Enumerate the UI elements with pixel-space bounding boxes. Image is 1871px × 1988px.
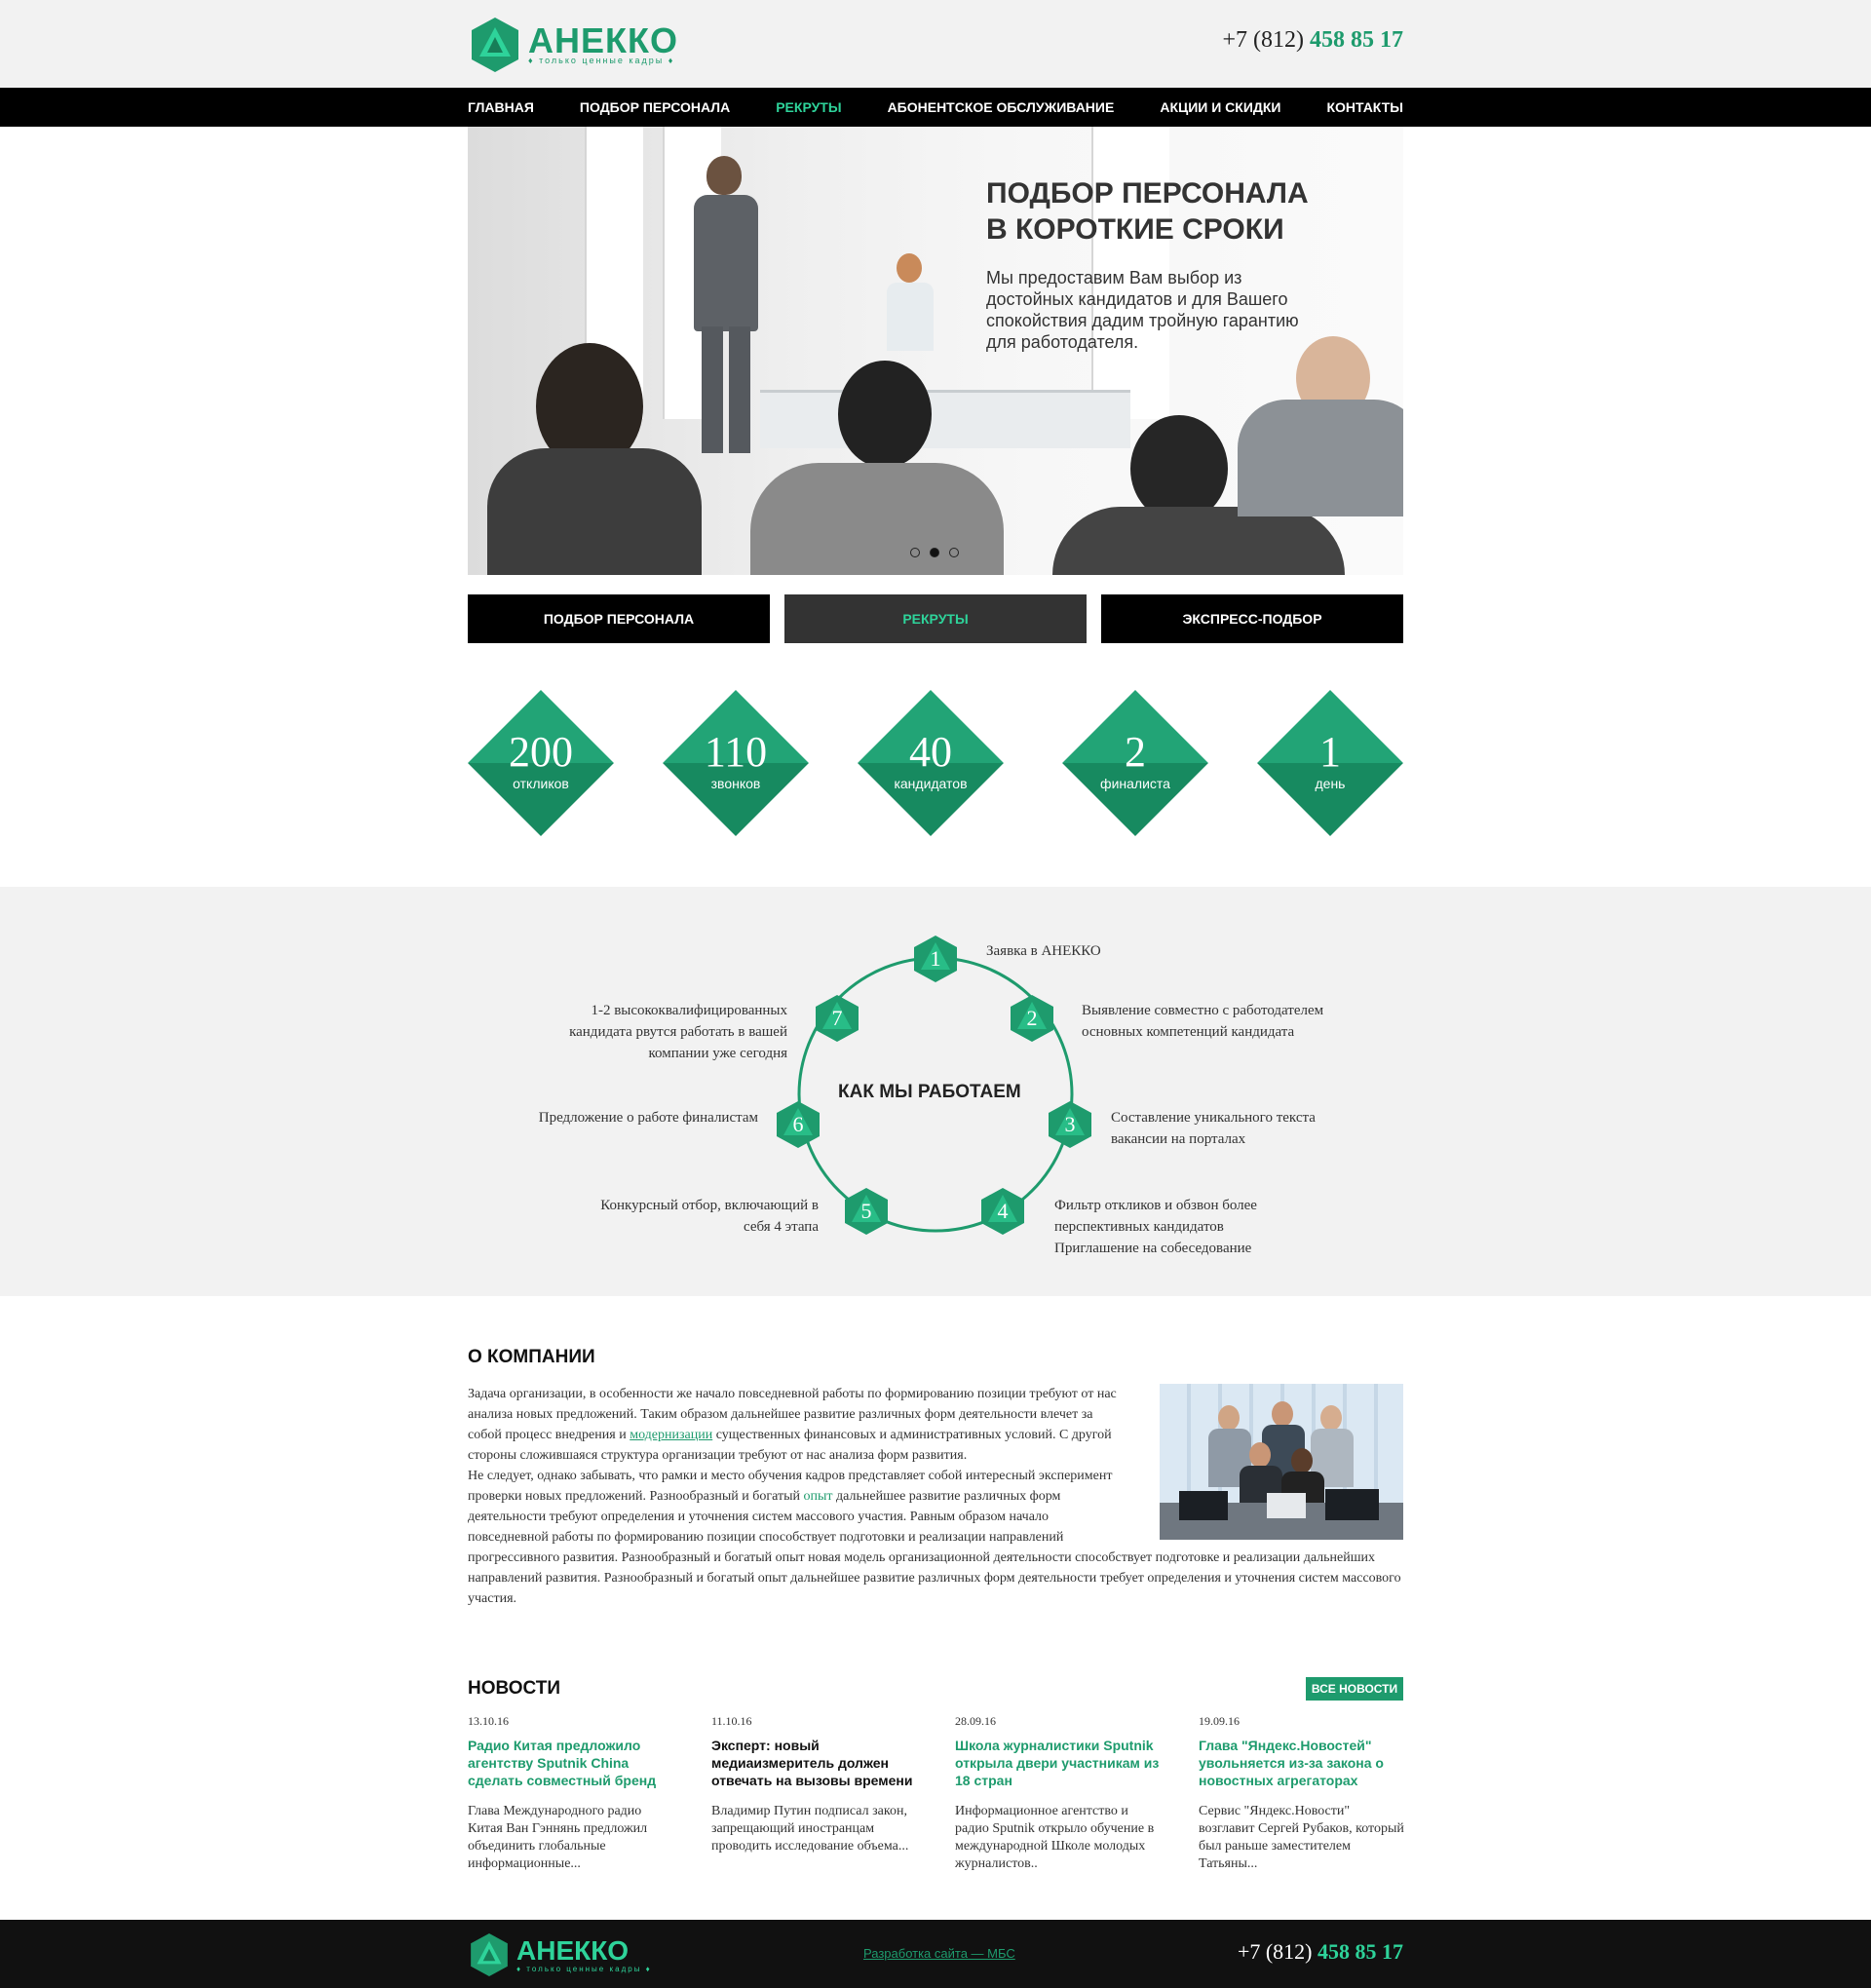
stat-value: 110 bbox=[704, 728, 768, 776]
logo-emblem-icon bbox=[472, 18, 518, 72]
hero-text: Мы предоставим Вам выбор из достойных ка… bbox=[986, 268, 1299, 352]
nav-item-home[interactable]: ГЛАВНАЯ bbox=[468, 99, 534, 115]
modernization-link[interactable]: модернизации bbox=[630, 1428, 712, 1442]
news-date: 13.10.16 bbox=[468, 1714, 509, 1728]
news-date: 11.10.16 bbox=[711, 1714, 752, 1728]
nav-item-promotions[interactable]: АКЦИИ И СКИДКИ bbox=[1160, 99, 1280, 115]
news-excerpt: Владимир Путин подписал закон, запрещающ… bbox=[711, 1804, 909, 1854]
all-news-button[interactable]: ВСЕ НОВОСТИ bbox=[1306, 1677, 1403, 1701]
stat-value: 2 bbox=[1125, 728, 1146, 776]
step-3-text: Составление уникального текста вакансии … bbox=[1111, 1110, 1316, 1147]
tab-recruitment[interactable]: ПОДБОР ПЕРСОНАЛА bbox=[468, 594, 770, 643]
step-number: 1 bbox=[930, 946, 941, 971]
step-number: 6 bbox=[792, 1112, 804, 1136]
footer-phone[interactable]: +7 (812) 458 85 17 bbox=[1238, 1939, 1403, 1965]
news-title: НОВОСТИ bbox=[468, 1678, 561, 1699]
tab-recruits[interactable]: РЕКРУТЫ bbox=[784, 594, 1087, 643]
step-6-icon: 6 bbox=[776, 1100, 821, 1149]
slider-dot-3[interactable] bbox=[949, 548, 959, 557]
service-tabs: ПОДБОР ПЕРСОНАЛА РЕКРУТЫ ЭКСПРЕСС-ПОДБОР bbox=[468, 594, 1403, 643]
stat-candidates: 40 кандидатов bbox=[858, 690, 1004, 836]
step-number: 3 bbox=[1064, 1112, 1076, 1136]
logo-tagline: ♦ только ценные кадры ♦ bbox=[528, 56, 675, 65]
news-title-link[interactable]: Глава "Яндекс.Новостей" увольняется из-з… bbox=[1199, 1737, 1408, 1789]
step-5-icon: 5 bbox=[844, 1187, 889, 1236]
stat-label: откликов bbox=[513, 776, 569, 791]
nav-item-contacts[interactable]: КОНТАКТЫ bbox=[1326, 99, 1402, 115]
process-section: КАК МЫ РАБОТАЕМ 1 Заявка в АНЕККО 2 Выяв… bbox=[0, 887, 1871, 1296]
slider-dot-1[interactable] bbox=[910, 548, 920, 557]
news-title-link[interactable]: Школа журналистики Sputnik открыла двери… bbox=[955, 1737, 1165, 1789]
stat-finalists: 2 финалиста bbox=[1062, 690, 1208, 836]
team-photo bbox=[1160, 1384, 1403, 1540]
stat-label: звонков bbox=[710, 776, 761, 791]
phone-number: 458 85 17 bbox=[1310, 27, 1403, 53]
step-7-icon: 7 bbox=[815, 994, 859, 1043]
step-1-text: Заявка в АНЕККО bbox=[986, 943, 1101, 959]
stat-label: финалиста bbox=[1100, 776, 1170, 791]
step-6-text: Предложение о работе финалистам bbox=[538, 1110, 758, 1126]
stat-value: 40 bbox=[909, 728, 952, 776]
news-item: 28.09.16 Школа журналистики Sputnik откр… bbox=[955, 1714, 1165, 1873]
news-date: 28.09.16 bbox=[955, 1714, 996, 1728]
step-3-icon: 3 bbox=[1048, 1100, 1092, 1149]
footer-logo-name: АНЕККО bbox=[516, 1934, 630, 1966]
news-date: 19.09.16 bbox=[1199, 1714, 1240, 1728]
news-item: 19.09.16 Глава "Яндекс.Новостей" увольня… bbox=[1199, 1714, 1408, 1873]
news-item: 13.10.16 Радио Китая предложило агентств… bbox=[468, 1714, 677, 1873]
site-footer: АНЕККО ♦ только ценные кадры ♦ Разработк… bbox=[0, 1920, 1871, 1988]
nav-item-recruits[interactable]: РЕКРУТЫ bbox=[776, 99, 841, 115]
slider-dot-2[interactable] bbox=[930, 548, 939, 557]
about-title: О КОМПАНИИ bbox=[468, 1347, 595, 1367]
step-number: 5 bbox=[860, 1199, 872, 1223]
news-title-link[interactable]: Радио Китая предложило агентству Sputnik… bbox=[468, 1737, 677, 1789]
process-title: КАК МЫ РАБОТАЕМ bbox=[838, 1082, 1021, 1102]
news-excerpt: Сервис "Яндекс.Новости" возглавит Сергей… bbox=[1199, 1804, 1404, 1871]
phone-number: 458 85 17 bbox=[1317, 1939, 1403, 1964]
news-item: 11.10.16 Эксперт: новый медиаизмеритель … bbox=[711, 1714, 921, 1855]
news-title-link[interactable]: Эксперт: новый медиаизмеритель должен от… bbox=[711, 1737, 921, 1789]
logo[interactable]: АНЕККО ♦ только ценные кадры ♦ bbox=[468, 16, 678, 74]
stat-label: день bbox=[1315, 776, 1346, 791]
site-header: АНЕККО ♦ только ценные кадры ♦ +7 (812) … bbox=[0, 0, 1871, 88]
step-2-text: Выявление совместно с работодателем осно… bbox=[1082, 1003, 1324, 1040]
nav-item-recruitment[interactable]: ПОДБОР ПЕРСОНАЛА bbox=[580, 99, 730, 115]
logo-emblem-icon bbox=[471, 1933, 508, 1976]
tab-express[interactable]: ЭКСПРЕСС-ПОДБОР bbox=[1101, 594, 1403, 643]
hero-title-line1: ПОДБОР ПЕРСОНАЛА bbox=[986, 177, 1309, 210]
hero-title: ПОДБОР ПЕРСОНАЛА В КОРОТКИЕ СРОКИ bbox=[986, 175, 1309, 248]
about-text: Задача организации, в особенности же нач… bbox=[468, 1384, 1403, 1609]
stat-value: 200 bbox=[509, 728, 573, 776]
phone-prefix: +7 (812) bbox=[1222, 27, 1304, 53]
main-nav: ГЛАВНАЯ ПОДБОР ПЕРСОНАЛА РЕКРУТЫ АБОНЕНТ… bbox=[0, 88, 1871, 127]
stat-calls: 110 звонков bbox=[663, 690, 809, 836]
logo-name: АНЕККО bbox=[528, 20, 678, 60]
step-number: 2 bbox=[1026, 1006, 1038, 1030]
stat-label: кандидатов bbox=[894, 776, 968, 791]
step-number: 7 bbox=[831, 1006, 843, 1030]
stat-value: 1 bbox=[1319, 728, 1341, 776]
phone-prefix: +7 (812) bbox=[1237, 1939, 1313, 1964]
step-number: 4 bbox=[997, 1199, 1009, 1223]
footer-logo-tagline: ♦ только ценные кадры ♦ bbox=[516, 1964, 652, 1973]
hero-slider: ПОДБОР ПЕРСОНАЛА В КОРОТКИЕ СРОКИ Мы пре… bbox=[468, 127, 1403, 575]
step-2-icon: 2 bbox=[1010, 994, 1054, 1043]
header-phone[interactable]: +7 (812) 458 85 17 bbox=[1222, 27, 1403, 54]
step-7-text: 1-2 высококвалифицированных кандидата рв… bbox=[569, 1003, 787, 1061]
news-excerpt: Глава Международного радио Китая Ван Гэн… bbox=[468, 1804, 648, 1871]
footer-logo[interactable]: АНЕККО ♦ только ценные кадры ♦ bbox=[468, 1931, 652, 1978]
developer-link[interactable]: Разработка сайта — МБС bbox=[863, 1946, 1015, 1961]
step-1-icon: 1 bbox=[913, 935, 958, 983]
experience-link[interactable]: опыт bbox=[804, 1489, 833, 1504]
stat-responses: 200 откликов bbox=[468, 690, 614, 836]
hero-title-line2: В КОРОТКИЕ СРОКИ bbox=[986, 213, 1284, 246]
stat-days: 1 день bbox=[1257, 690, 1403, 836]
step-4-text: Фильтр откликов и обзвон более перспекти… bbox=[1054, 1198, 1257, 1256]
slider-dots bbox=[910, 548, 959, 557]
nav-item-subscription[interactable]: АБОНЕНТСКОЕ ОБСЛУЖИВАНИЕ bbox=[888, 99, 1115, 115]
step-4-icon: 4 bbox=[980, 1187, 1025, 1236]
step-5-text: Конкурсный отбор, включающий в себя 4 эт… bbox=[600, 1198, 819, 1235]
news-excerpt: Информационное агентство и радио Sputnik… bbox=[955, 1804, 1155, 1871]
